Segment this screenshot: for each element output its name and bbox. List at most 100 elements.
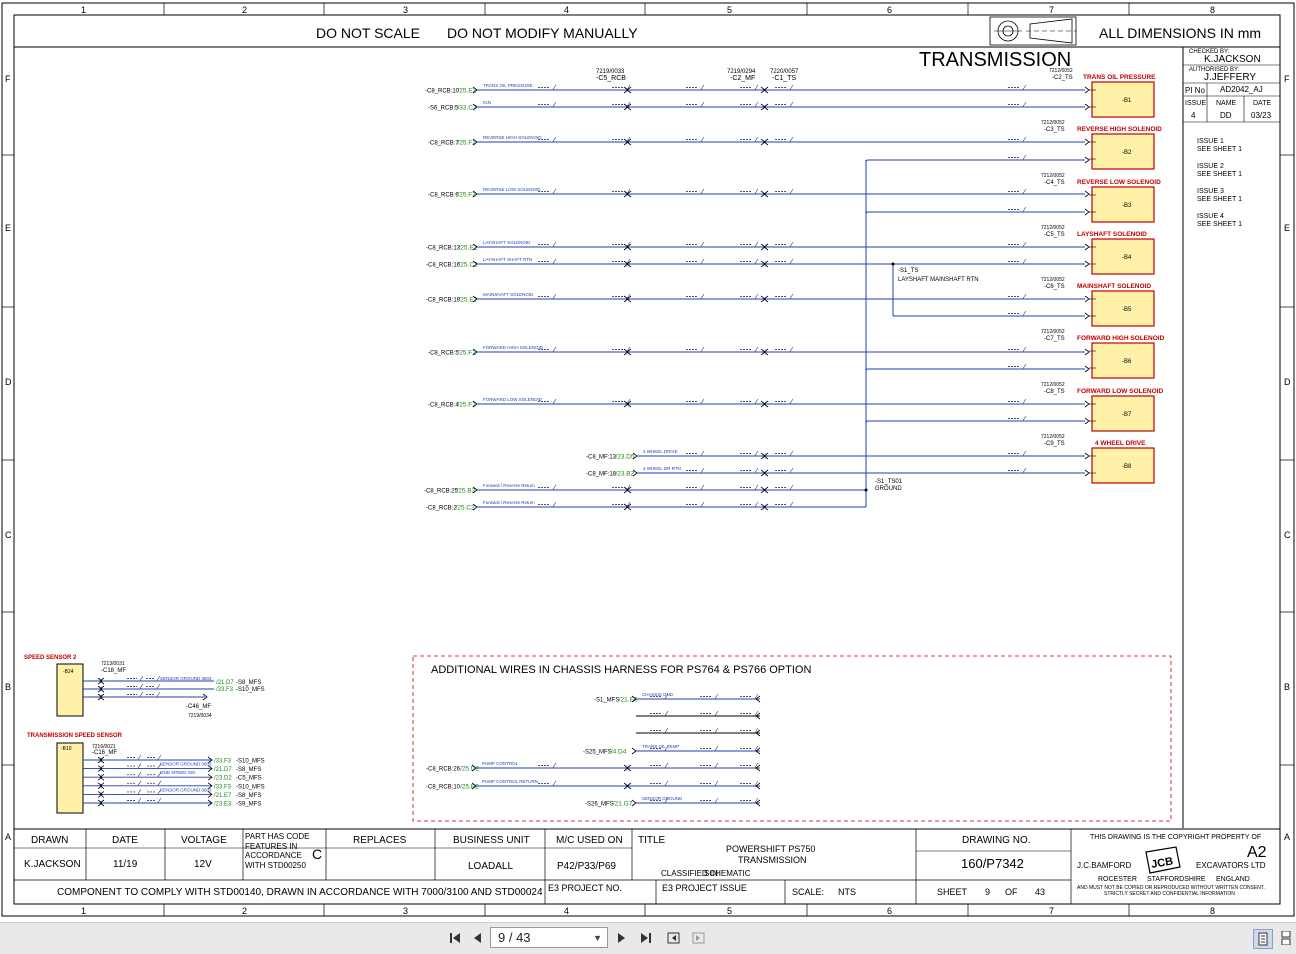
wire-slash-mark — [789, 484, 794, 490]
business-unit-value: LOADALL — [468, 861, 513, 872]
component-label: LAYSHAFT SOLENOID — [1077, 231, 1147, 238]
sensor-part-number: 7213/0031 — [101, 661, 125, 667]
do-not-scale-text: DO NOT SCALE — [316, 25, 420, 41]
wire-page-ref: /33.C7 — [457, 105, 477, 112]
component-connector: -C8_TS — [1044, 389, 1065, 395]
wire-row: -C8_RCB:10/25.E2 TRANS OIL PRESSURE — [425, 83, 1090, 95]
connector-symbol — [1084, 103, 1090, 111]
wire-row: -C8_RCB:16/25.C2LAYSHAFT SHAFT RTN — [426, 257, 1090, 269]
component-connector: -C7_TS — [1044, 336, 1065, 342]
sensor-title: TRANSMISSION SPEED SENSOR — [27, 733, 123, 739]
wire-slash-mark — [157, 780, 162, 786]
wire-source: -C8_MF:18 — [586, 472, 617, 478]
connector-symbol — [1084, 348, 1090, 356]
copyright-text: THIS DRAWING IS THE COPYRIGHT PROPERTY O… — [1090, 834, 1261, 841]
part-code-text: PART HAS CODE FEATURES IN ACCORDANCE WIT… — [245, 832, 310, 870]
next-page-button[interactable] — [612, 929, 630, 947]
component-part-number: 7212/0052 — [1041, 173, 1065, 179]
first-page-button[interactable] — [446, 929, 464, 947]
first-page-icon — [450, 933, 460, 943]
component-ref: -B7 — [1122, 412, 1132, 418]
wire-slash-mark — [700, 501, 705, 507]
sheet-value: 9 — [985, 887, 990, 897]
wire-slash-mark — [1022, 188, 1027, 194]
go-forward-view-button[interactable] — [690, 929, 708, 947]
issue-note: SEE SHEET 1 — [1197, 221, 1242, 228]
grid-column-label: 4 — [564, 906, 569, 916]
wire-slash-mark — [139, 691, 144, 697]
s1-ts01-label: -S1_TS01 — [875, 479, 903, 485]
wire-signal-name: Forward / Reverse Return — [483, 483, 535, 488]
component-8: 4 WHEEL DRIVE 7212/0052-C9_TS -B8 — [1041, 434, 1155, 484]
wire-slash-mark — [1022, 346, 1027, 352]
return-branch — [865, 368, 1085, 372]
company-name-2: EXCAVATORS LTD — [1196, 861, 1266, 870]
drawn-header: DRAWN — [31, 835, 68, 846]
authorised-by: J.JEFFERY — [1204, 72, 1256, 83]
component-1: TRANS OIL PRESSURE 7212/0052-C2_TS -B1 — [1049, 68, 1156, 118]
return-branch — [865, 211, 1085, 215]
do-not-modify-text: DO NOT MODIFY MANUALLY — [447, 25, 638, 41]
wire-slash-mark — [714, 710, 719, 716]
replaces-header: REPLACES — [353, 835, 407, 846]
wire-row: -C8_RCB:13/25.E2LAYSHAFT SOLENOID — [426, 240, 1090, 252]
wire-source: -S25_MFS — [583, 750, 612, 756]
scroll-view-button[interactable] — [1277, 929, 1295, 947]
wire-slash-mark — [552, 293, 557, 299]
component-3: REVERSE LOW SOLENOID 7212/0052-C4_TS -B3 — [1041, 173, 1161, 223]
sensor-part-number-2: 7219/0034 — [188, 713, 212, 719]
wire-source: -C8_RCB:7 — [428, 141, 459, 147]
issue-header: ISSUE — [1185, 100, 1206, 107]
speed-sensor-2: SPEED SENSOR 2 7213/0031-C18_MF -B24 SENSOR… — [24, 655, 265, 719]
junction-dot — [891, 262, 895, 266]
wire-signal-name: LAYSHAFT SOLENOID — [483, 240, 531, 245]
sensor-destination: -S8_MFS — [236, 680, 261, 686]
wire-slash-mark — [789, 101, 794, 107]
wire-page-ref: /25.B2 — [460, 784, 479, 791]
page-number-select[interactable]: 9 / 43 ▼ — [490, 927, 608, 948]
address-line-3: ENGLAND — [1216, 876, 1250, 883]
wire-signal-name: 4 WHEEL DRIVE — [643, 449, 678, 454]
wire-slash-mark — [754, 188, 759, 194]
wire-slash-mark — [664, 727, 669, 733]
wire-slash-mark — [156, 691, 161, 697]
wire-slash-mark — [754, 101, 759, 107]
company-name-1: J.C.BAMFORD — [1077, 861, 1131, 870]
additional-wire-list: -S1_MFS/21.E6CHASSIS GND -S25_MFS/4.D4TRA… — [426, 692, 761, 808]
component-connector: -C2_TS — [1052, 75, 1073, 81]
grid-column-label: 1 — [81, 906, 86, 916]
connector-symbol — [1084, 208, 1090, 216]
previous-page-button[interactable] — [469, 929, 487, 947]
single-page-view-button[interactable] — [1253, 929, 1273, 949]
grid-column-label: 8 — [1210, 5, 1215, 15]
wire-signal-name: Forward / Reverse Return — [483, 500, 535, 505]
wire-arrow-icon — [631, 747, 637, 755]
wire-source: -C8_RCB:19 — [426, 298, 461, 304]
wire-slash-mark — [1022, 363, 1027, 369]
wire-slash-mark — [552, 101, 557, 107]
component-ref: -B4 — [1122, 255, 1132, 261]
wire-slash-mark — [754, 501, 759, 507]
wire-slash-mark — [1022, 84, 1027, 90]
component-7: FORWARD LOW SOLENOID 7212/0052-C8_TS -B7 — [1041, 382, 1163, 432]
date-value-tb: 11/19 — [113, 859, 138, 870]
wire-slash-mark — [754, 467, 759, 473]
sensor-destination: -S8_MFS — [236, 767, 261, 773]
wire-slash-mark — [700, 293, 705, 299]
connector-symbol — [1084, 156, 1090, 164]
sheet-size: A2 — [1247, 844, 1267, 861]
component-ref: -B1 — [1122, 98, 1132, 104]
component-ref: -B5 — [1122, 307, 1132, 313]
component-2: REVERSE HIGH SOLENOID 7212/0052-C3_TS -B2 — [1041, 120, 1162, 170]
additional-wires-title: ADDITIONAL WIRES IN CHASSIS HARNESS FOR … — [431, 664, 811, 676]
go-back-view-button[interactable] — [665, 929, 683, 947]
wire-slash-mark — [552, 501, 557, 507]
last-page-button[interactable] — [637, 929, 655, 947]
main-wire-list: -C8_RCB:10/25.E2 TRANS OIL PRESSURE -S6_RC… — [424, 83, 1090, 512]
sensor-page-ref: /33.F3 — [216, 687, 234, 693]
wire-slash-mark — [156, 683, 161, 689]
pi-number: AD2042_AJ — [1220, 85, 1263, 94]
additional-wire-row — [636, 710, 761, 720]
wire-page-ref: /23.D5 — [615, 454, 635, 461]
component-connector: -C5_TS — [1044, 232, 1065, 238]
